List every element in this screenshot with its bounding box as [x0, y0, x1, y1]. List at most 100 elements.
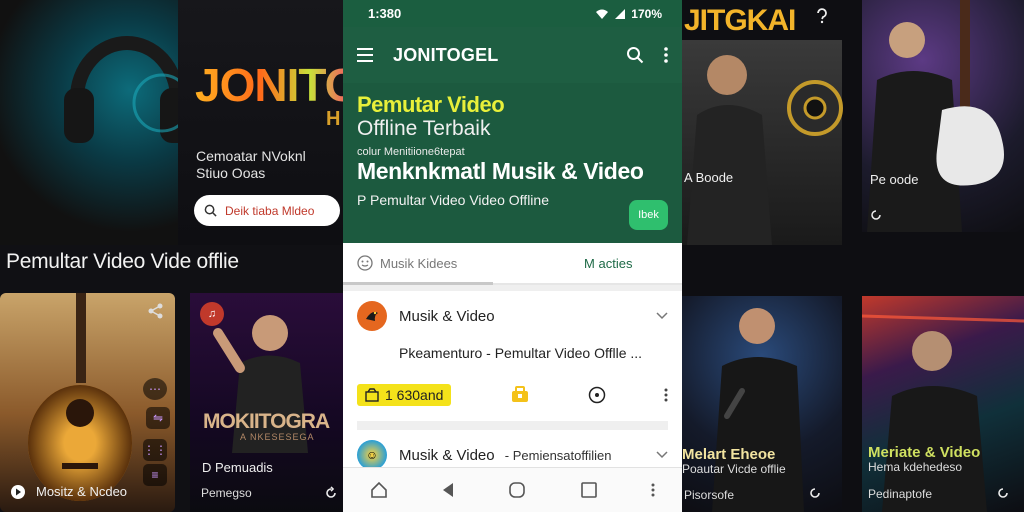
singer-caption-meta: Pisorsofe — [684, 488, 735, 502]
tab-indicator — [343, 282, 493, 285]
singer-tile[interactable] — [682, 296, 842, 512]
system-nav-bar — [343, 467, 682, 512]
hero-cta-button[interactable]: Ibek — [629, 200, 668, 230]
artist-figure-icon — [862, 314, 1024, 512]
chevron-down-icon[interactable] — [656, 451, 668, 459]
more-vert-icon[interactable] — [664, 388, 668, 402]
card-divider — [357, 421, 668, 430]
post-author: Musik & Video — [399, 446, 495, 464]
more-vert-icon[interactable] — [664, 47, 668, 63]
singer-caption-sub: Poautar Vicde offlie — [682, 462, 786, 476]
right-brand-logo: JITGKAI — [684, 4, 796, 37]
smile-icon — [357, 255, 373, 271]
hero-headline: Menknkmatl Musik & Video — [357, 158, 644, 184]
man-caption: A Boode — [684, 170, 734, 185]
tab-music-videos[interactable]: Musik Kidees — [343, 243, 505, 283]
mixer-icon[interactable]: ⋮⋮ — [143, 439, 167, 461]
poster-caption-2: Pemegso — [201, 486, 252, 500]
post-card-header: Musik & Video — [357, 299, 668, 333]
left-search-pill[interactable]: Deik tiaba Mldeo — [194, 195, 340, 226]
sliders-icon[interactable]: ≡ — [143, 464, 167, 486]
timer-icon[interactable] — [588, 386, 606, 404]
refresh-icon[interactable] — [870, 209, 882, 221]
home-circle-icon[interactable] — [508, 481, 526, 499]
app-title: JONITOGEL — [393, 44, 499, 65]
like-count: 1 630and — [385, 387, 444, 403]
eq-icon[interactable]: ⋯ — [143, 378, 167, 400]
avatar-emoji-icon: ☺ — [365, 448, 379, 462]
tab-music-videos-label: Musik Kidees — [380, 255, 458, 271]
hero-tagline: P Pemultar Video Video Offline — [357, 192, 549, 208]
status-icons: 170% — [595, 7, 662, 21]
guitar-tile-caption: Mositz & Ncdeo — [36, 484, 128, 499]
tab-activities[interactable]: M acties — [505, 243, 683, 283]
post-author-sub: - Pemiensatoffilien — [504, 447, 612, 463]
share-icon[interactable] — [147, 302, 165, 320]
headphones-icon — [64, 36, 192, 143]
post-actions: 1 630and — [357, 381, 668, 409]
battery-percent: 170% — [631, 6, 662, 21]
man-tile[interactable] — [682, 40, 842, 245]
hero-banner: Pemutar Video Offline Terbaik colur Meni… — [343, 83, 682, 243]
hero-title-2: Offline Terbaik — [357, 117, 491, 140]
electric-guitar-icon — [867, 0, 1004, 232]
poster-logo-icon: ♫ — [200, 302, 224, 326]
man-figure-icon — [687, 55, 772, 245]
guitar-caption: Pe oode — [870, 172, 919, 187]
search-icon — [204, 204, 217, 217]
neon-caption-meta: Pedinaptofe — [868, 487, 933, 501]
neon-caption-sub: Hema kdehedeso — [868, 460, 963, 474]
microphone-singer-icon — [712, 308, 804, 512]
speaker-icon — [787, 80, 843, 136]
left-heading: Pemultar Video Vide offlie — [6, 250, 239, 273]
replay-icon[interactable] — [324, 486, 338, 500]
help-icon[interactable] — [815, 8, 829, 24]
status-time: 1:380 — [368, 6, 402, 21]
post-author-row: Musik & Video - Pemiensatoffilien — [399, 447, 644, 464]
back-icon[interactable] — [441, 482, 455, 498]
swap-icon[interactable]: ⇋ — [146, 407, 170, 429]
replay-icon[interactable] — [996, 486, 1010, 500]
replay-icon[interactable] — [808, 486, 822, 500]
hero-small-text: colur Menitiione6tepat — [357, 146, 465, 158]
signal-icon — [615, 8, 626, 19]
neon-artist-tile[interactable] — [862, 296, 1024, 512]
post-card[interactable]: Musik & Video Pkeamenturo - Pemultar Vid… — [343, 291, 682, 430]
screen: JONITO H Cemoatar NVoknl Stiuo Ooas Deik… — [0, 0, 1024, 512]
recents-icon[interactable] — [580, 481, 598, 499]
poster-caption: D Pemuadis — [202, 460, 273, 475]
search-icon[interactable] — [626, 46, 644, 64]
headphones-tile[interactable] — [0, 0, 192, 245]
wifi-icon — [596, 9, 609, 19]
bird-logo-icon — [366, 311, 378, 321]
post-card[interactable]: ☺ Musik & Video - Pemiensatoffilien — [343, 430, 682, 472]
left-caption: Cemoatar NVoknl Stiuo Ooas — [196, 148, 306, 182]
phone-screen: 1:380 170% JONITOGEL Pemutar Video Offli… — [343, 0, 682, 512]
avatar[interactable]: ☺ — [357, 440, 387, 470]
neon-caption-title: Meriate & Video — [868, 444, 981, 461]
post-author: Musik & Video — [399, 307, 495, 325]
home-icon[interactable] — [370, 481, 388, 499]
left-caption-line1: Cemoatar NVoknl — [196, 148, 306, 164]
play-circle-icon[interactable] — [10, 484, 26, 500]
post-description: Pkeamenturo - Pemultar Video Offlle ... — [399, 345, 643, 361]
left-search-label: Deik tiaba Mldeo — [225, 203, 315, 218]
hero-title: Pemutar Video — [357, 92, 505, 117]
left-caption-line2: Stiuo Ooas — [196, 165, 266, 181]
poster-title: MOKIITOGRA — [203, 410, 330, 433]
more-vert-icon[interactable] — [651, 483, 655, 497]
electric-guitar-tile[interactable] — [862, 0, 1024, 232]
avatar[interactable] — [357, 301, 387, 331]
archive-icon — [365, 388, 379, 402]
poster-subtitle: A NKESESEGA — [240, 432, 315, 442]
status-bar: 1:380 170% — [343, 0, 682, 27]
singer-caption-title: Melart Eheoe — [682, 446, 776, 463]
like-button[interactable]: 1 630and — [357, 384, 452, 406]
chevron-down-icon[interactable] — [656, 312, 668, 320]
menu-icon[interactable] — [357, 48, 375, 62]
tab-activities-label: M acties — [584, 255, 633, 271]
left-brand-tail: H — [326, 108, 341, 130]
save-icon[interactable] — [510, 386, 530, 404]
tab-bar: Musik Kidees M acties — [343, 243, 682, 285]
app-bar: JONITOGEL — [343, 27, 682, 83]
